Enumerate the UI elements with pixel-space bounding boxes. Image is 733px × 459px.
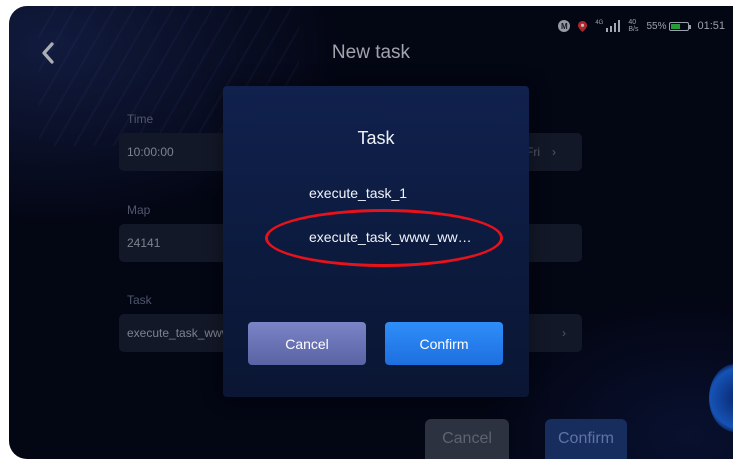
dialog-cancel-button[interactable]: Cancel bbox=[248, 322, 366, 365]
dialog-title: Task bbox=[357, 128, 395, 148]
task-option[interactable]: execute_task_1 bbox=[309, 185, 407, 201]
highlight-annotation bbox=[265, 209, 503, 267]
app-screen: M 4G 40 B/s 55% 01:51 New task Time 10:0… bbox=[9, 6, 733, 459]
dialog-confirm-button[interactable]: Confirm bbox=[385, 322, 503, 365]
task-picker-dialog: Task execute_task_1 execute_task_www_ww…… bbox=[223, 86, 529, 397]
